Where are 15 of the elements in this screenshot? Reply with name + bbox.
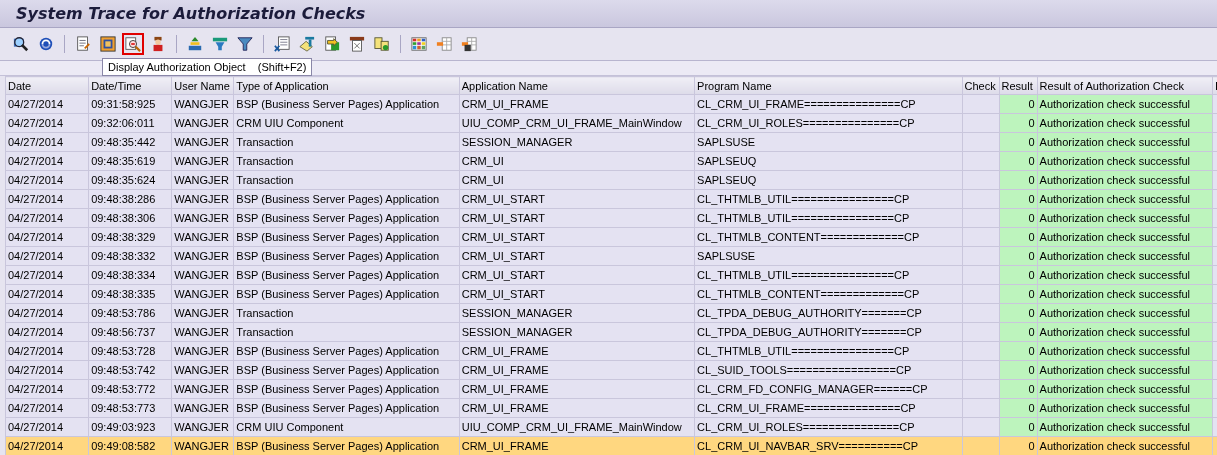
column-header[interactable]: Check <box>962 76 1000 95</box>
magnifier-icon[interactable] <box>122 33 144 55</box>
column-header[interactable]: Result <box>999 76 1038 95</box>
column-header[interactable]: User Name <box>171 76 234 95</box>
frame-icon[interactable] <box>97 33 119 55</box>
column-header[interactable]: Application Name <box>459 76 695 95</box>
column-header[interactable]: Date/Time <box>88 76 172 95</box>
column-header[interactable]: Date <box>5 76 89 95</box>
column-header[interactable]: Program Name <box>694 76 962 95</box>
column-header[interactable]: Type of Application <box>233 76 460 95</box>
window-title: System Trace for Authorization Checks <box>16 4 366 23</box>
column-header[interactable]: Result of Authorization Check <box>1037 76 1213 95</box>
tooltip: Display Authorization Object (Shift+F2) <box>102 58 313 76</box>
spreadsheet-icon[interactable] <box>271 33 293 55</box>
column-header[interactable]: I <box>1212 76 1217 95</box>
